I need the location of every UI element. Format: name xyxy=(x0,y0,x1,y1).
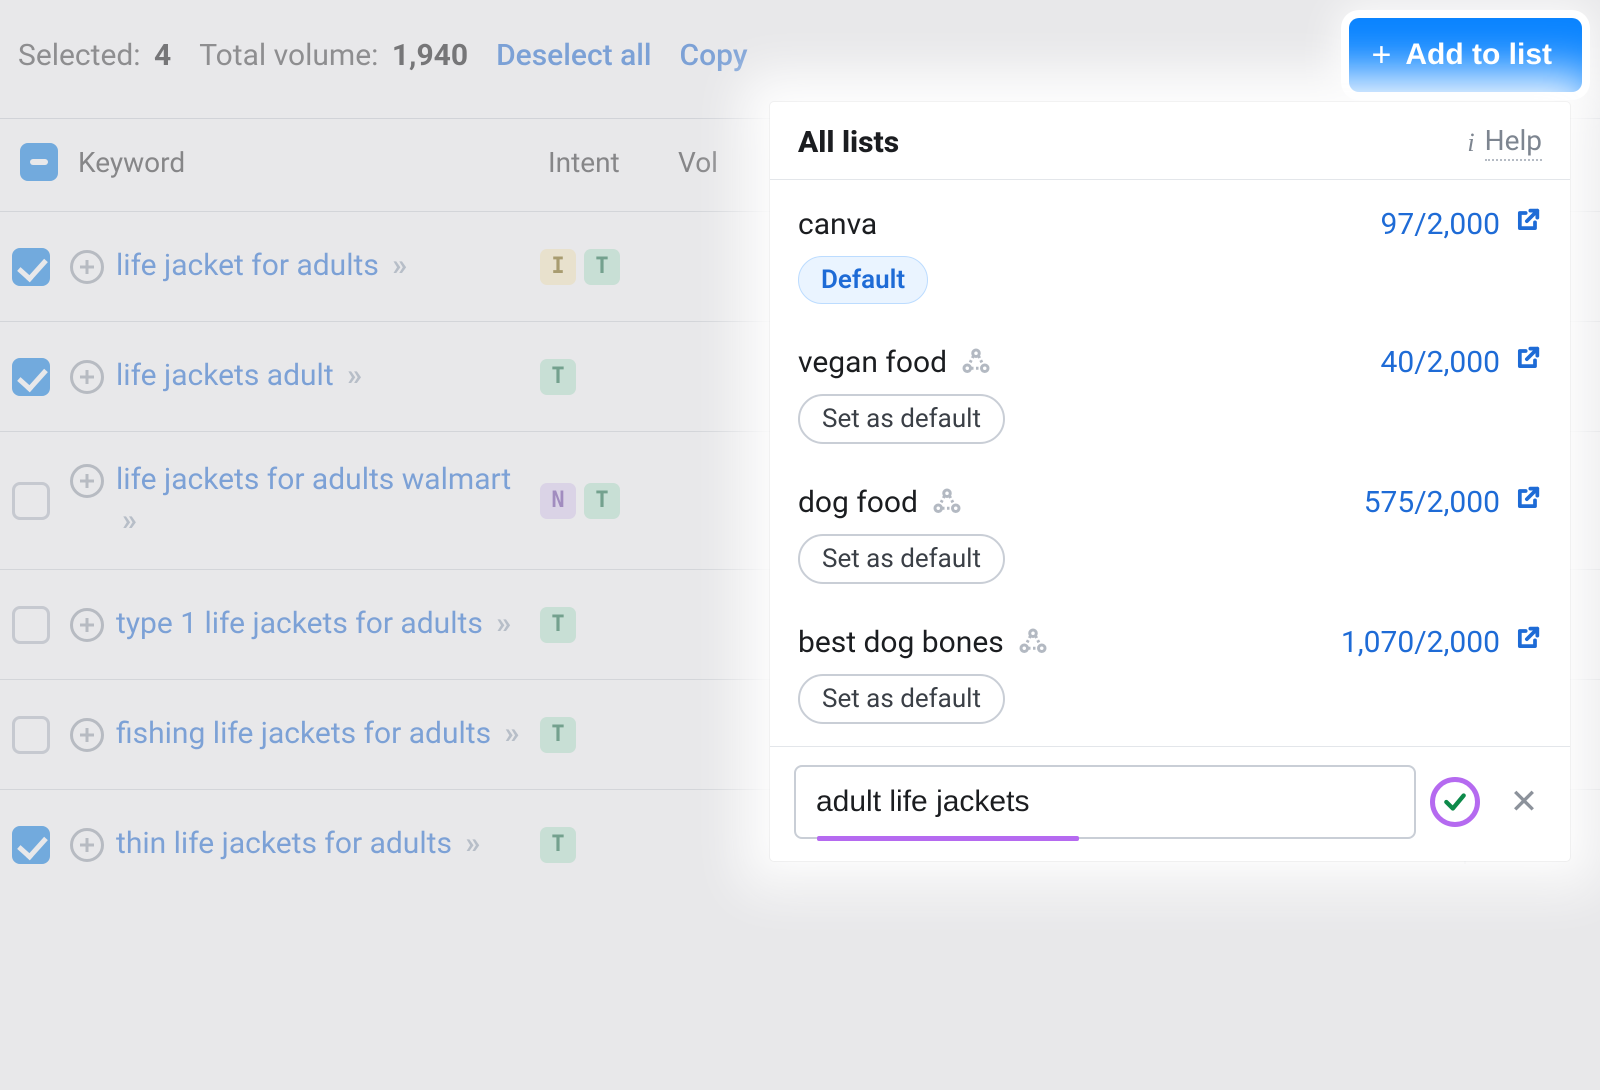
set-default-button[interactable]: Set as default xyxy=(798,534,1005,584)
chevron-right-icon: » xyxy=(392,248,407,283)
shared-icon xyxy=(1018,627,1048,657)
set-default-button[interactable]: Set as default xyxy=(798,674,1005,724)
add-to-list-button[interactable]: + Add to list xyxy=(1349,18,1582,92)
external-link-icon xyxy=(1514,206,1542,242)
chevron-right-icon: » xyxy=(347,358,362,393)
intent-badge: T xyxy=(540,607,576,643)
shared-icon xyxy=(961,347,991,377)
chevron-right-icon: » xyxy=(496,606,511,641)
list-item[interactable]: dog food 575/2,000 Set as default xyxy=(770,466,1570,606)
expand-icon[interactable] xyxy=(70,718,104,752)
default-badge: Default xyxy=(798,256,928,304)
chevron-right-icon: » xyxy=(465,826,480,861)
keyword-link[interactable]: thin life jackets for adults » xyxy=(116,824,480,865)
selected-stat: Selected: 4 xyxy=(18,38,171,73)
volume-value: 1,940 xyxy=(392,38,468,73)
chevron-right-icon: » xyxy=(122,503,137,538)
row-checkbox[interactable] xyxy=(12,358,50,396)
cancel-new-list-button[interactable]: ✕ xyxy=(1502,780,1546,824)
list-name: dog food xyxy=(798,485,962,520)
intent-badge: T xyxy=(584,483,620,519)
intent-badge: T xyxy=(540,827,576,863)
info-icon: i xyxy=(1467,128,1474,158)
panel-footer: ✕ xyxy=(770,746,1570,861)
close-icon: ✕ xyxy=(1510,782,1539,822)
list-count-link[interactable]: 40/2,000 xyxy=(1381,344,1542,380)
keyword-link[interactable]: life jacket for adults » xyxy=(116,246,407,287)
column-intent[interactable]: Intent xyxy=(540,146,670,179)
intent-badge: I xyxy=(540,249,576,285)
expand-icon[interactable] xyxy=(70,464,104,498)
plus-icon: + xyxy=(1371,38,1391,72)
add-to-list-label: Add to list xyxy=(1405,38,1552,72)
list-item[interactable]: best dog bones 1,070/2,000 Set as default xyxy=(770,606,1570,746)
list-name: best dog bones xyxy=(798,625,1048,660)
row-checkbox[interactable] xyxy=(12,606,50,644)
select-all-checkbox[interactable] xyxy=(20,143,58,181)
check-icon xyxy=(1442,789,1468,815)
keyword-link[interactable]: type 1 life jackets for adults » xyxy=(116,604,511,645)
input-highlight xyxy=(817,836,1079,841)
all-lists-panel: All lists i Help canva 97/2,000 Default veg… xyxy=(770,102,1570,861)
copy-button[interactable]: Copy xyxy=(680,38,748,73)
list-name: canva xyxy=(798,207,877,242)
new-list-input[interactable] xyxy=(794,765,1416,839)
column-keyword[interactable]: Keyword xyxy=(70,146,540,179)
intent-badge: T xyxy=(540,359,576,395)
list-name: vegan food xyxy=(798,345,991,380)
toolbar: Selected: 4 Total volume: 1,940 Deselect… xyxy=(0,0,1600,118)
expand-icon[interactable] xyxy=(70,250,104,284)
external-link-icon xyxy=(1514,484,1542,520)
help-link[interactable]: i Help xyxy=(1467,124,1542,161)
intent-badge: T xyxy=(540,717,576,753)
expand-icon[interactable] xyxy=(70,828,104,862)
intent-badge: N xyxy=(540,483,576,519)
chevron-right-icon: » xyxy=(505,716,520,751)
row-checkbox[interactable] xyxy=(12,826,50,864)
list-item[interactable]: canva 97/2,000 Default xyxy=(770,188,1570,326)
list-count-link[interactable]: 1,070/2,000 xyxy=(1341,624,1542,660)
row-checkbox[interactable] xyxy=(12,716,50,754)
keyword-link[interactable]: life jackets for adults walmart » xyxy=(116,460,526,541)
selected-value: 4 xyxy=(154,38,171,73)
shared-icon xyxy=(932,487,962,517)
keyword-link[interactable]: life jackets adult » xyxy=(116,356,362,397)
row-checkbox[interactable] xyxy=(12,248,50,286)
expand-icon[interactable] xyxy=(70,608,104,642)
confirm-new-list-button[interactable] xyxy=(1430,777,1480,827)
external-link-icon xyxy=(1514,624,1542,660)
selected-label: Selected: xyxy=(18,38,141,73)
expand-icon[interactable] xyxy=(70,360,104,394)
volume-stat: Total volume: 1,940 xyxy=(199,38,468,73)
list-item[interactable]: vegan food 40/2,000 Set as default xyxy=(770,326,1570,466)
list-count-link[interactable]: 97/2,000 xyxy=(1381,206,1542,242)
volume-label: Total volume: xyxy=(199,38,378,73)
external-link-icon xyxy=(1514,344,1542,380)
set-default-button[interactable]: Set as default xyxy=(798,394,1005,444)
panel-title: All lists xyxy=(798,125,899,160)
list-count-link[interactable]: 575/2,000 xyxy=(1364,484,1542,520)
deselect-all-button[interactable]: Deselect all xyxy=(496,38,651,73)
panel-body: canva 97/2,000 Default vegan food 40/2,000 Se… xyxy=(770,180,1570,746)
row-checkbox[interactable] xyxy=(12,482,50,520)
intent-badge: T xyxy=(584,249,620,285)
help-label: Help xyxy=(1485,124,1542,161)
keyword-link[interactable]: fishing life jackets for adults » xyxy=(116,714,520,755)
panel-header: All lists i Help xyxy=(770,102,1570,180)
